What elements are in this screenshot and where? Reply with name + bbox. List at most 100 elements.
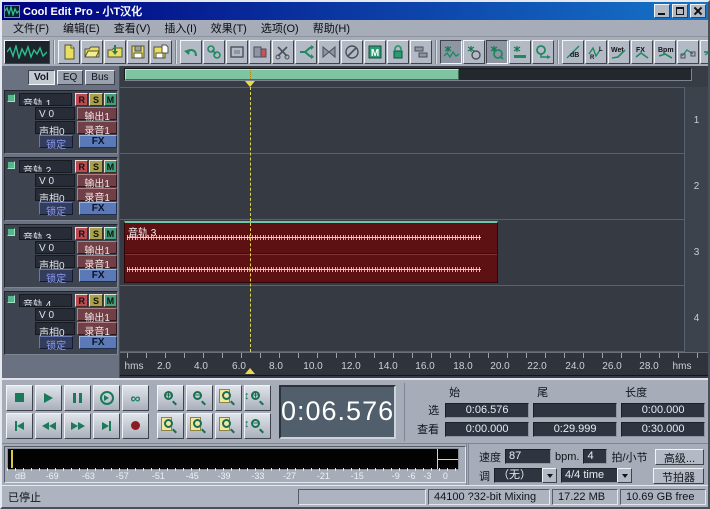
loop-play-button[interactable]: ∞ [122,384,149,411]
selection-length-field[interactable]: 0:00.000 [621,402,706,418]
output-device-button[interactable]: 输出1 [77,107,117,123]
envelope-wet-button[interactable] [509,39,531,64]
zoom-to-selection-button[interactable] [186,412,213,439]
mute-button[interactable]: M [103,160,117,173]
key-dropdown-button[interactable] [542,468,557,483]
track-volume-field[interactable]: V 0 [35,174,76,187]
minimize-button[interactable] [654,4,670,18]
beats-per-bar-field[interactable]: 4 [583,449,608,464]
output-device-button[interactable]: 输出1 [77,308,117,324]
record-arm-button[interactable]: R [75,93,89,106]
wet-envelope-button[interactable]: Wet [608,39,630,64]
maximize-button[interactable] [672,4,688,18]
track-select-led[interactable] [7,94,15,102]
undo-button[interactable] [180,39,202,64]
punch-in-button[interactable] [700,39,708,64]
time-signature-dropdown-button[interactable] [617,468,632,483]
track-name-field[interactable]: 音轨 2 [19,160,73,173]
rewind-button[interactable] [35,412,62,439]
fx-rack-button[interactable]: FX [79,135,117,148]
envelope-volume-button[interactable] [440,39,462,64]
track-volume-field[interactable]: V 0 [35,107,76,120]
track-lane-2[interactable] [120,154,684,220]
record-device-button[interactable]: 录音1 [77,322,117,338]
solo-button[interactable]: S [89,93,103,106]
node-edit-button[interactable] [677,39,699,64]
zoom-to-selection-right-button[interactable] [215,412,242,439]
timeline-ruler[interactable]: hms 2.0 4.0 6.0 8.0 10.0 12.0 14.0 16.0 … [120,352,708,376]
zoom-full-button[interactable] [215,384,242,411]
playhead-marker-bottom[interactable] [245,368,255,374]
bpm-envelope-button[interactable]: Bpm [654,39,676,64]
zoom-out-button[interactable]: − [186,384,213,411]
track-name-field[interactable]: 音轨 3 [19,227,73,240]
pan-lr-button[interactable]: LR [585,39,607,64]
envelope-dry-button[interactable] [463,39,485,64]
record-arm-button[interactable]: R [75,294,89,307]
tempo-field[interactable]: 87 [505,449,551,464]
save-as-button[interactable] [150,39,172,64]
play-button[interactable] [35,384,62,411]
stop-button[interactable] [6,384,33,411]
zoom-to-selection-left-button[interactable] [157,412,184,439]
track-pan-field[interactable]: 声相0 [35,121,76,138]
view-start-field[interactable]: 0:00.000 [445,421,530,437]
track-name-field[interactable]: 音轨 4 [19,294,73,307]
track-select-led[interactable] [7,161,15,169]
view-end-field[interactable]: 0:29.999 [533,421,618,437]
track-volume-field[interactable]: V 0 [35,241,76,254]
solo-button[interactable]: S [89,294,103,307]
pause-button[interactable] [64,384,91,411]
time-signature-dropdown[interactable]: 4/4 time [561,468,632,483]
go-to-end-button[interactable] [93,412,120,439]
waveform-view-button[interactable] [4,39,50,64]
open-file-button[interactable] [81,39,103,64]
record-device-button[interactable]: 录音1 [77,121,117,137]
adjust-boundaries-button[interactable] [249,39,271,64]
mute-button[interactable]: M [103,294,117,307]
vertical-zoom-in-button[interactable]: ↕ + [244,384,271,411]
output-device-button[interactable]: 输出1 [77,174,117,190]
menu-edit[interactable]: 编辑(E) [56,19,107,37]
fx-rack-button[interactable]: FX [79,269,117,282]
key-dropdown[interactable]: （无） [494,468,557,483]
record-arm-button[interactable]: R [75,227,89,240]
play-from-cursor-button[interactable] [93,384,120,411]
solo-button[interactable]: S [89,227,103,240]
fast-forward-button[interactable] [64,412,91,439]
record-device-button[interactable]: 录音1 [77,188,117,204]
audio-clip[interactable]: 音轨 3 [124,221,498,283]
menu-options[interactable]: 选项(O) [254,19,306,37]
open-append-button[interactable] [104,39,126,64]
cut-button[interactable] [272,39,294,64]
fx-rack-button[interactable]: FX [79,336,117,349]
menu-insert[interactable]: 插入(I) [157,19,203,37]
track-pan-field[interactable]: 声相0 [35,322,76,339]
go-to-start-button[interactable] [6,412,33,439]
track-lane-3[interactable]: 音轨 3 [120,220,684,286]
track-lane-1[interactable] [120,87,684,154]
track-pan-field[interactable]: 声相0 [35,188,76,205]
output-device-button[interactable]: 输出1 [77,241,117,257]
metronome-button[interactable]: 节拍器 [653,467,704,484]
marker-button[interactable]: M [364,39,386,64]
track-pan-field[interactable]: 声相0 [35,255,76,272]
lock-button[interactable]: 锁定 [39,269,74,285]
mute-button[interactable]: M [103,93,117,106]
envelope-route-button[interactable] [532,39,554,64]
envelope-q-button[interactable] [486,39,508,64]
lock-button[interactable]: 锁定 [39,135,74,151]
volume-db-button[interactable]: dB [562,39,584,64]
fx-envelope-button[interactable]: FX [631,39,653,64]
lock-time-button[interactable] [387,39,409,64]
save-button[interactable] [127,39,149,64]
track-name-field[interactable]: 音轨 1 [19,93,73,106]
new-file-button[interactable] [58,39,80,64]
record-device-button[interactable]: 录音1 [77,255,117,271]
scrollbar-thumb[interactable] [125,69,459,80]
merge-button[interactable] [318,39,340,64]
track-volume-field[interactable]: V 0 [35,308,76,321]
menu-help[interactable]: 帮助(H) [306,19,357,37]
record-arm-button[interactable]: R [75,160,89,173]
close-button[interactable] [690,4,706,18]
